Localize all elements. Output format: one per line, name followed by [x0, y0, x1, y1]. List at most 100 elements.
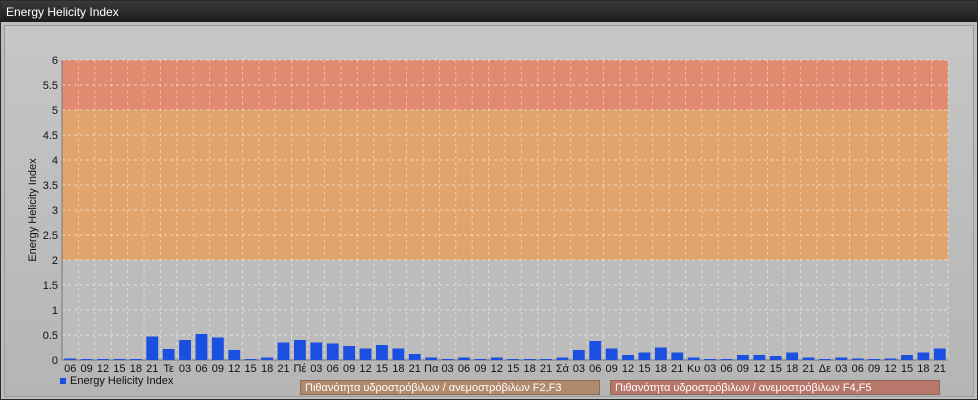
bar [753, 355, 766, 360]
x-tick-label: 12 [97, 363, 109, 375]
x-tick-label: 06 [195, 363, 207, 375]
x-tick-label: 06 [458, 363, 470, 375]
band-legend-f2-f3: Πιθανότητα υδροστρόβιλων / ανεμοστρόβιλω… [300, 380, 600, 395]
x-tick-label: 03 [835, 363, 847, 375]
bar [97, 359, 109, 360]
bar [671, 352, 684, 360]
bar [819, 359, 831, 360]
bar [261, 357, 273, 360]
x-tick-label: 18 [130, 363, 142, 375]
x-tick-label: 12 [622, 363, 634, 375]
x-tick-label: 18 [392, 363, 404, 375]
bar [901, 355, 913, 360]
y-tick-label: 0 [52, 355, 58, 367]
series-legend-swatch [60, 378, 66, 384]
bar [572, 350, 585, 360]
bar [507, 359, 520, 360]
x-tick-label: 09 [868, 363, 880, 375]
y-tick-label: 5.5 [43, 80, 58, 92]
y-tick-label: 5 [52, 105, 58, 117]
x-tick-label: 06 [64, 363, 76, 375]
bar [195, 334, 208, 360]
x-tick-label: 09 [606, 363, 618, 375]
bar [294, 340, 306, 360]
bar [687, 357, 700, 360]
bar [933, 348, 946, 360]
y-tick-label: 4 [52, 155, 58, 167]
bar [638, 352, 651, 360]
x-tick-label: 03 [310, 363, 322, 375]
bar [408, 354, 421, 360]
bar [425, 357, 438, 360]
bar [917, 352, 930, 360]
bar [769, 356, 782, 360]
x-tick-label: 18 [917, 363, 929, 375]
x-tick-label: 21 [802, 363, 814, 375]
bar [474, 359, 487, 360]
y-tick-label: 2.5 [43, 230, 58, 242]
x-tick-label: 21 [409, 363, 421, 375]
bar [392, 348, 405, 360]
x-tick-label: 15 [770, 363, 782, 375]
bar [146, 336, 159, 360]
x-tick-label: Πέ [293, 363, 306, 375]
bar [737, 355, 749, 360]
bar [540, 359, 552, 360]
bar [490, 357, 503, 360]
ehi-chart: 0 0.5 1 1.5 2 2.5 3 3.5 4 4.5 5 5.5 6 06 09 12 15 18 21 Τε 0… [27, 55, 949, 375]
bar [64, 358, 77, 360]
bar [605, 348, 618, 360]
x-tick-label: 15 [638, 363, 650, 375]
x-tick-label: 21 [671, 363, 683, 375]
x-tick-label: 06 [327, 363, 339, 375]
x-tick-label: 21 [277, 363, 289, 375]
x-tick-label: 15 [376, 363, 388, 375]
y-tick-label: 4.5 [43, 130, 58, 142]
x-tick-label: 18 [786, 363, 798, 375]
bar [441, 359, 454, 360]
x-tick-label: 09 [737, 363, 749, 375]
series-legend-label: Energy Helicity Index [70, 375, 174, 387]
x-tick-label: 06 [852, 363, 864, 375]
x-tick-label: 09 [343, 363, 355, 375]
bar [326, 343, 339, 360]
bar [80, 359, 93, 360]
bar [802, 357, 815, 360]
x-tick-label: 15 [245, 363, 257, 375]
x-tick-label: 09 [474, 363, 486, 375]
x-tick-label: 09 [212, 363, 224, 375]
bar [228, 350, 241, 360]
bar [704, 359, 716, 360]
bar [211, 337, 224, 360]
bar [162, 349, 175, 360]
bar [310, 342, 323, 360]
bar [129, 359, 142, 360]
x-tick-label: 12 [753, 363, 765, 375]
bar [786, 352, 799, 360]
bar [851, 358, 864, 360]
y-axis-label: Energy Helicity Index [27, 158, 39, 262]
x-tick-label: Δε [819, 363, 831, 375]
x-tick-label: 06 [720, 363, 732, 375]
bar [523, 359, 536, 360]
bar [179, 340, 191, 360]
x-tick-label: 18 [655, 363, 667, 375]
x-tick-label: 18 [523, 363, 535, 375]
bar [113, 359, 126, 360]
x-tick-label: 15 [113, 363, 125, 375]
series-legend: Energy Helicity Index [60, 375, 173, 387]
x-tick-label: 12 [491, 363, 503, 375]
bar [835, 357, 848, 360]
x-tick-label: 12 [359, 363, 371, 375]
x-tick-label: Σά [556, 363, 570, 375]
x-tick-label: 03 [704, 363, 716, 375]
x-tick-label: 06 [589, 363, 601, 375]
bar [244, 359, 257, 360]
bar [376, 345, 388, 360]
x-tick-label: 03 [573, 363, 585, 375]
bar [868, 359, 881, 360]
x-tick-label: Κυ [687, 363, 700, 375]
y-tick-label: 3.5 [43, 180, 58, 192]
y-tick-label: 0.5 [43, 330, 58, 342]
x-tick-label: 09 [80, 363, 92, 375]
